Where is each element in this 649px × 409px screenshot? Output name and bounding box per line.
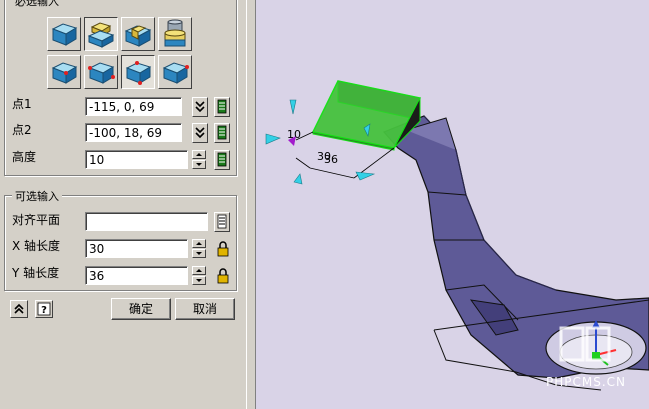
box-two-points-button[interactable]	[84, 55, 118, 89]
box-stack-button[interactable]	[84, 17, 118, 51]
x-length-lock-icon[interactable]	[216, 239, 230, 260]
3d-viewport[interactable]: 10 30 36 PHPCMS.CN	[256, 0, 649, 409]
box-corner-icon	[125, 61, 152, 85]
spin-up-icon[interactable]	[192, 239, 206, 248]
height-field[interactable]: 10	[85, 150, 188, 169]
y-length-lock-icon[interactable]	[216, 266, 230, 287]
point1-list-button[interactable]	[214, 97, 230, 117]
point2-list-button[interactable]	[214, 123, 230, 143]
double-chevron-down-icon	[195, 101, 205, 113]
x-length-label: X 轴长度	[12, 239, 61, 253]
list-icon	[217, 214, 227, 229]
point1-label: 点1	[12, 97, 32, 111]
spin-up-icon[interactable]	[192, 150, 206, 159]
point2-label: 点2	[12, 123, 32, 137]
point1-pick-button[interactable]	[192, 97, 208, 117]
list-icon	[217, 152, 227, 167]
spin-down-icon[interactable]	[192, 160, 206, 169]
spin-up-icon[interactable]	[192, 266, 206, 275]
double-chevron-down-icon	[195, 127, 205, 139]
help-button[interactable]: ?	[35, 300, 53, 318]
spin-down-icon[interactable]	[192, 276, 206, 285]
box-point-button[interactable]	[47, 55, 81, 89]
box-stack-icon	[87, 22, 115, 48]
svg-text:?: ?	[41, 305, 47, 316]
y-length-label: Y 轴长度	[12, 266, 60, 280]
cylinder-stack-icon	[164, 19, 186, 47]
box-cut-button[interactable]	[121, 17, 155, 51]
y-length-field[interactable]: 36	[85, 266, 188, 285]
point1-field[interactable]: -115, 0, 69	[85, 97, 182, 116]
align-plane-field[interactable]	[85, 212, 208, 231]
watermark-text: PHPCMS.CN	[546, 375, 627, 389]
height-list-button[interactable]	[214, 150, 230, 170]
dimension-y: 36	[324, 153, 338, 166]
panel-splitter[interactable]	[246, 0, 256, 409]
x-length-field[interactable]: 30	[85, 239, 188, 258]
align-plane-label: 对齐平面	[12, 213, 61, 227]
dimension-height: 10	[287, 128, 301, 141]
x-length-spinner[interactable]	[192, 239, 206, 258]
box-point-icon	[51, 62, 78, 84]
cancel-button[interactable]: 取消	[175, 298, 235, 320]
optional-input-group-title: 可选输入	[12, 188, 62, 204]
list-icon	[217, 125, 227, 140]
box-solid-icon	[51, 23, 78, 46]
point2-field[interactable]: -100, 18, 69	[85, 123, 182, 142]
box-solid-button[interactable]	[47, 17, 81, 51]
spin-down-icon[interactable]	[192, 249, 206, 258]
box-edge-button[interactable]	[158, 55, 192, 89]
y-length-spinner[interactable]	[192, 266, 206, 285]
cylinder-stack-button[interactable]	[158, 17, 192, 51]
box-edge-icon	[162, 62, 189, 84]
ok-button[interactable]: 确定	[111, 298, 171, 320]
box-cut-icon	[124, 25, 152, 47]
double-chevron-up-icon	[14, 303, 24, 314]
box-corner-button[interactable]	[121, 55, 155, 89]
help-icon: ?	[37, 302, 51, 316]
collapse-button[interactable]	[10, 300, 28, 318]
height-label: 高度	[12, 150, 37, 164]
required-input-group-title: 必选输入	[12, 0, 62, 9]
create-box-panel: 必选输入 点1 -115, 0, 69 点2 -100, 18, 69 高度 1…	[0, 0, 246, 409]
watermark-logo	[551, 318, 629, 378]
point2-pick-button[interactable]	[192, 123, 208, 143]
box-two-points-icon	[88, 62, 115, 84]
height-spinner[interactable]	[192, 150, 206, 169]
align-plane-list-button[interactable]	[214, 212, 230, 232]
list-icon	[217, 99, 227, 114]
